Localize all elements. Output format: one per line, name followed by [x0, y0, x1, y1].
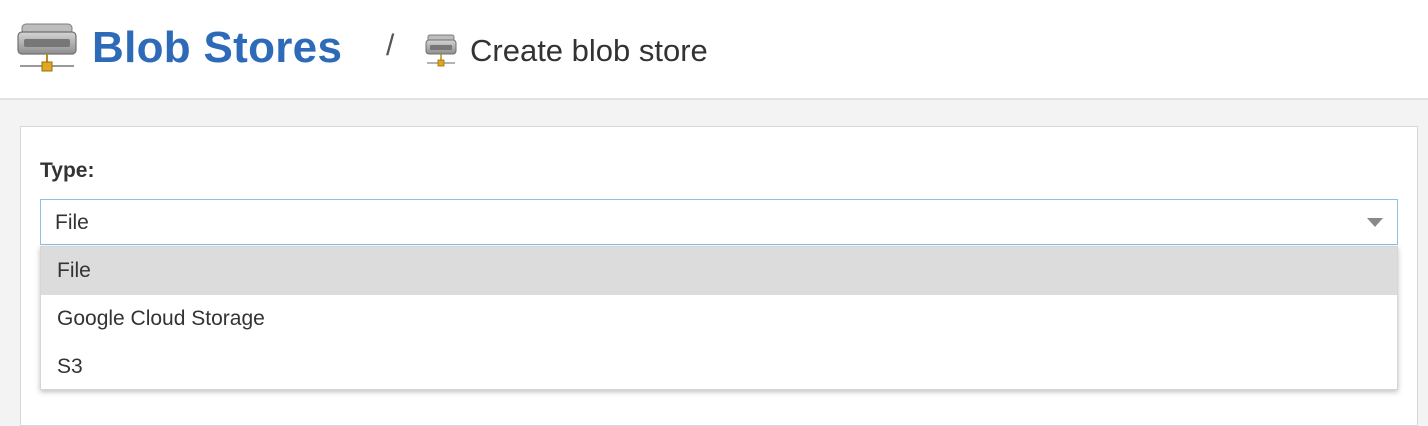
type-select-value: File: [55, 211, 89, 234]
breadcrumb-current: Create blob store: [470, 33, 708, 68]
breadcrumb-separator: /: [386, 29, 395, 62]
breadcrumb-title[interactable]: Blob Stores: [92, 22, 342, 74]
option-file[interactable]: File: [41, 247, 1397, 295]
type-select[interactable]: File: [40, 199, 1398, 245]
page-header: Blob Stores / Create blob store: [0, 0, 1428, 100]
blob-store-small-icon: [425, 34, 457, 67]
type-label: Type:: [40, 159, 95, 182]
option-s3[interactable]: S3: [41, 343, 1397, 391]
blob-store-icon: [17, 23, 77, 72]
type-dropdown-list: File Google Cloud Storage S3: [40, 246, 1398, 390]
chevron-down-icon[interactable]: [1367, 218, 1383, 227]
option-google-cloud-storage[interactable]: Google Cloud Storage: [41, 295, 1397, 343]
